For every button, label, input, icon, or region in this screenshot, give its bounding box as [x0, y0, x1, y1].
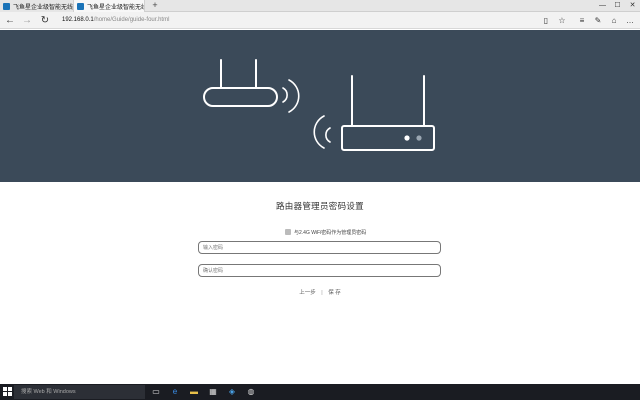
previous-step-link[interactable]: 上一步 — [299, 290, 316, 296]
task-view-icon[interactable]: ▭ — [151, 387, 161, 397]
tab-title: 飞鱼星企业级智能无线 | 商 — [13, 4, 73, 11]
browser-tab-1[interactable]: 飞鱼星企业级智能无线 | 商 — [0, 0, 73, 12]
hub-icon[interactable]: ≡ — [576, 15, 588, 26]
app-icon[interactable]: ◍ — [246, 387, 256, 397]
checkbox[interactable] — [285, 229, 291, 235]
address-bar[interactable]: 192.168.0.1/home/Guide/guide-four.html — [62, 15, 169, 26]
share-icon[interactable]: ⌂ — [608, 15, 620, 26]
page-title: 路由器管理员密码设置 — [275, 201, 364, 211]
navigation-bar: ← → ↻ 192.168.0.1/home/Guide/guide-four.… — [0, 12, 640, 29]
save-link[interactable]: 保 存 — [328, 290, 341, 296]
site-favicon-icon — [3, 2, 10, 10]
use-wifi-password-option[interactable]: 与2.4G WiFi密码作为管理员密码 — [285, 228, 366, 236]
file-explorer-icon[interactable]: ▬ — [189, 387, 199, 397]
browser-tab-2[interactable]: 飞鱼星企业级智能无线 ✕ — [73, 0, 145, 12]
refresh-icon[interactable]: ↻ — [38, 14, 52, 27]
forward-arrow-icon[interactable]: → — [20, 14, 34, 27]
form-actions: 上一步 | 保 存 — [0, 288, 640, 296]
more-icon[interactable]: … — [624, 15, 636, 26]
web-note-icon[interactable]: ✎ — [592, 15, 604, 26]
taskbar-search-box[interactable]: 搜索 Web 和 Windows — [14, 385, 145, 399]
edge-browser-icon[interactable]: e — [170, 387, 180, 397]
minimize-button[interactable]: — — [595, 0, 610, 12]
url-path: /home/Guide/guide-four.html — [93, 17, 170, 23]
windows-start-icon[interactable] — [3, 387, 12, 396]
tab-bar: 飞鱼星企业级智能无线 | 商 飞鱼星企业级智能无线 ✕ + — ☐ ✕ — [0, 0, 640, 12]
close-window-button[interactable]: ✕ — [625, 0, 640, 12]
reading-view-icon[interactable]: ▯ — [540, 15, 552, 26]
app-icon[interactable]: ◈ — [227, 387, 237, 397]
url-host: 192.168.0.1 — [62, 17, 94, 23]
tab-title: 飞鱼星企业级智能无线 — [87, 4, 145, 11]
password-input[interactable] — [198, 241, 441, 254]
windows-taskbar: 搜索 Web 和 Windows ▭ e ▬ ▦ ◈ ◍ — [0, 384, 640, 400]
router-illustration — [203, 59, 435, 151]
maximize-button[interactable]: ☐ — [610, 0, 625, 12]
new-tab-button[interactable]: + — [150, 0, 160, 12]
site-favicon-icon — [77, 2, 84, 10]
store-icon[interactable]: ▦ — [208, 387, 218, 397]
favorite-star-icon[interactable]: ☆ — [556, 15, 568, 26]
separator: | — [321, 290, 323, 296]
hero-banner — [0, 30, 640, 182]
window-controls: — ☐ ✕ — [595, 0, 640, 12]
confirm-password-input[interactable] — [198, 264, 441, 277]
back-arrow-icon[interactable]: ← — [3, 14, 17, 27]
checkbox-label: 与2.4G WiFi密码作为管理员密码 — [294, 229, 367, 236]
